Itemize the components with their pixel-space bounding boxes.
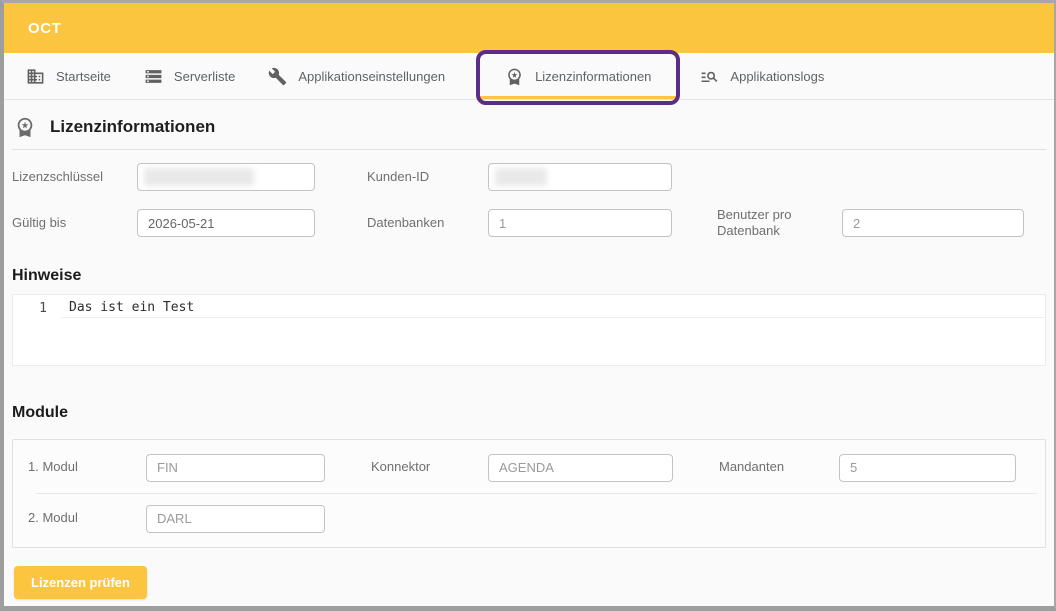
log-search-icon bbox=[700, 67, 719, 86]
tab-startseite[interactable]: Startseite bbox=[26, 53, 111, 99]
module-row-2: 2. Modul bbox=[28, 505, 1045, 533]
users-per-db-input[interactable] bbox=[842, 209, 1024, 237]
databases-label: Datenbanken bbox=[367, 215, 488, 231]
license-key-input[interactable] bbox=[137, 163, 315, 191]
clients-label: Mandanten bbox=[719, 459, 839, 475]
license-form: Lizenzschlüssel Kunden-ID Gültig bis Dat… bbox=[12, 163, 1046, 240]
module-row-divider bbox=[36, 493, 1037, 494]
valid-until-label: Gültig bis bbox=[12, 215, 137, 231]
wrench-icon bbox=[268, 67, 287, 86]
modules-container: 1. Modul Konnektor Mandanten 2. Modul bbox=[12, 439, 1046, 548]
connector-field-wrap bbox=[488, 454, 673, 482]
tab-serverliste[interactable]: Serverliste bbox=[144, 53, 235, 99]
license-key-field-wrap bbox=[137, 163, 315, 191]
users-per-db-field-wrap bbox=[842, 209, 1024, 237]
module-2-label: 2. Modul bbox=[28, 510, 146, 526]
license-key-label: Lizenzschlüssel bbox=[12, 169, 137, 185]
tab-bar: Startseite Serverliste Applikationseinst… bbox=[4, 53, 1054, 100]
customer-id-input[interactable] bbox=[488, 163, 672, 191]
section-title: Lizenzinformationen bbox=[50, 117, 215, 137]
medal-icon bbox=[14, 116, 36, 138]
tab-applikationseinstellungen[interactable]: Applikationseinstellungen bbox=[268, 53, 445, 99]
module-1-field-wrap bbox=[146, 454, 325, 482]
building-icon bbox=[26, 67, 45, 86]
line-number: 1 bbox=[13, 301, 61, 316]
tab-lizenzinformationen[interactable]: Lizenzinformationen bbox=[478, 53, 678, 99]
tab-applikationslogs[interactable]: Applikationslogs bbox=[700, 53, 824, 99]
editor-line: 1 Das ist ein Test bbox=[13, 295, 1045, 318]
databases-input[interactable] bbox=[488, 209, 672, 237]
license-section-header: Lizenzinformationen bbox=[12, 100, 1046, 150]
check-licenses-button[interactable]: Lizenzen prüfen bbox=[14, 566, 147, 599]
connector-input[interactable] bbox=[488, 454, 673, 482]
notes-section-title: Hinweise bbox=[12, 267, 1046, 285]
customer-id-label: Kunden-ID bbox=[367, 169, 488, 185]
databases-field-wrap bbox=[488, 209, 672, 237]
tab-label: Serverliste bbox=[174, 69, 235, 84]
main-content: Lizenzinformationen Lizenzschlüssel Kund… bbox=[4, 100, 1054, 599]
app-header: OCT bbox=[4, 3, 1054, 53]
module-1-label: 1. Modul bbox=[28, 459, 146, 475]
clients-field-wrap bbox=[839, 454, 1016, 482]
valid-until-field-wrap bbox=[137, 209, 315, 237]
modules-section-title: Module bbox=[12, 404, 1046, 422]
tab-label: Applikationslogs bbox=[730, 69, 824, 84]
users-per-db-label: Benutzer pro Datenbank bbox=[717, 207, 842, 240]
tab-label: Startseite bbox=[56, 69, 111, 84]
valid-until-input[interactable] bbox=[137, 209, 315, 237]
clients-input[interactable] bbox=[839, 454, 1016, 482]
connector-label: Konnektor bbox=[371, 459, 488, 475]
medal-icon bbox=[505, 67, 524, 86]
tab-label: Lizenzinformationen bbox=[535, 69, 651, 84]
app-window: OCT Startseite Serverliste Applikationse… bbox=[0, 0, 1056, 611]
line-text[interactable]: Das ist ein Test bbox=[61, 299, 1045, 318]
notes-editor[interactable]: 1 Das ist ein Test bbox=[12, 294, 1046, 366]
module-1-input[interactable] bbox=[146, 454, 325, 482]
module-2-field-wrap bbox=[146, 505, 325, 533]
module-2-input[interactable] bbox=[146, 505, 325, 533]
server-list-icon bbox=[144, 67, 163, 86]
tab-label: Applikationseinstellungen bbox=[298, 69, 445, 84]
module-row-1: 1. Modul Konnektor Mandanten bbox=[28, 454, 1045, 482]
app-title: OCT bbox=[28, 20, 61, 37]
customer-id-field-wrap bbox=[488, 163, 672, 191]
